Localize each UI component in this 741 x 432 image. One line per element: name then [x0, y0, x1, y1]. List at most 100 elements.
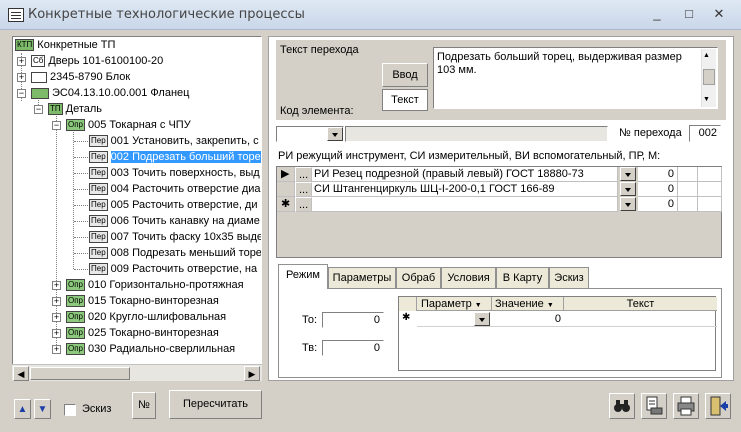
element-code-field[interactable]: [345, 126, 608, 142]
expand-toggle[interactable]: +: [52, 297, 61, 306]
expand-toggle[interactable]: +: [52, 345, 61, 354]
text-mode-button[interactable]: Текст: [382, 89, 428, 111]
tree-item-transition[interactable]: Пер 009 Расточить отверстие, на: [89, 261, 257, 277]
tree-item[interactable]: ТП Деталь: [48, 101, 102, 117]
exit-button[interactable]: [705, 393, 731, 419]
print-preview-button[interactable]: [641, 393, 667, 419]
scroll-up-icon[interactable]: ▲: [703, 52, 710, 59]
param-column-header[interactable]: Параметр ▼: [421, 297, 491, 311]
row-select-button[interactable]: ...: [295, 167, 312, 182]
tool-extra-cell[interactable]: [678, 197, 698, 212]
tab-mode[interactable]: Режим: [278, 264, 328, 289]
tree-item-label: 006 Точить канавку на диаме: [110, 215, 260, 227]
window-title: Конкретные технологические процессы: [28, 7, 305, 22]
find-button[interactable]: [609, 393, 635, 419]
collapse-toggle[interactable]: −: [17, 89, 26, 98]
tree-item-operation[interactable]: Опр 025 Токарно-винторезная: [66, 325, 219, 341]
chevron-down-icon[interactable]: [327, 127, 343, 141]
tree-item-operation[interactable]: Опр 015 Токарно-винторезная: [66, 293, 219, 309]
tool-extra-cell[interactable]: [678, 167, 698, 182]
tool-extra-cell[interactable]: [698, 167, 722, 182]
tree-item-transition[interactable]: Пер 008 Подрезать меньший торе: [89, 245, 261, 261]
chevron-down-icon[interactable]: [620, 167, 636, 181]
print-button[interactable]: [673, 393, 699, 419]
chevron-down-icon[interactable]: [620, 182, 636, 196]
expand-toggle[interactable]: +: [52, 313, 61, 322]
transition-number-field[interactable]: 002: [689, 125, 721, 142]
tab-to-card[interactable]: В Карту: [496, 267, 549, 288]
transition-icon: Пер: [89, 247, 108, 260]
tree-item-transition[interactable]: Пер 006 Точить канавку на диаме: [89, 213, 260, 229]
sketch-checkbox[interactable]: [64, 404, 76, 416]
tab-conditions[interactable]: Условия: [441, 267, 496, 288]
process-tree[interactable]: КТП Конкретные ТП + Сб Дверь 101-6100100-2…: [12, 36, 262, 381]
tree-item-operation[interactable]: Опр 005 Токарная с ЧПУ: [66, 117, 191, 133]
parameter-new-row[interactable]: [417, 311, 717, 327]
expand-toggle[interactable]: +: [52, 329, 61, 338]
to-field[interactable]: 0: [322, 312, 384, 328]
operation-icon: Опр: [66, 119, 86, 132]
move-down-button[interactable]: ▼: [34, 399, 51, 419]
sort-icon: ▼: [474, 302, 482, 309]
tree-item-transition-selected[interactable]: Пер 002 Подрезать больший торе: [89, 149, 261, 165]
parameter-grid[interactable]: Параметр ▼ Значение ▼ Текст ✱ 0: [398, 296, 717, 371]
tree-item-transition[interactable]: Пер 004 Расточить отверстие диа: [89, 181, 261, 197]
tv-field[interactable]: 0: [322, 340, 384, 356]
expand-toggle[interactable]: +: [52, 281, 61, 290]
input-mode-button[interactable]: Ввод: [382, 63, 428, 87]
tool-name-cell[interactable]: РИ Резец подрезной (правый левый) ГОСТ 1…: [312, 167, 618, 182]
tree-item[interactable]: Сб Дверь 101-6100100-20: [31, 53, 163, 69]
scroll-thumb[interactable]: [30, 367, 130, 380]
tool-extra-cell[interactable]: [698, 182, 722, 197]
tool-qty-cell[interactable]: 0: [638, 167, 678, 182]
tree-item[interactable]: ЭС04.13.10.00.001 Фланец: [31, 85, 189, 101]
operation-icon: Опр: [66, 311, 86, 324]
scroll-thumb[interactable]: [703, 69, 715, 85]
expand-toggle[interactable]: +: [17, 73, 26, 82]
chevron-down-icon[interactable]: [620, 197, 636, 211]
tree-item[interactable]: 2345-8790 Блок: [31, 69, 130, 85]
tools-grid[interactable]: ▶ ... РИ Резец подрезной (правый левый) …: [276, 166, 722, 258]
tree-item-transition[interactable]: Пер 001 Установить, закрепить, с: [89, 133, 259, 149]
scroll-down-icon[interactable]: ▼: [703, 96, 710, 103]
tree-item-operation[interactable]: Опр 010 Горизонтально-протяжная: [66, 277, 244, 293]
tab-parameters[interactable]: Параметры: [328, 267, 396, 288]
row-select-button[interactable]: ...: [295, 182, 312, 197]
tree-item-operation[interactable]: Опр 030 Радиально-сверлильная: [66, 341, 235, 357]
tool-extra-cell[interactable]: [678, 182, 698, 197]
recalculate-button[interactable]: Пересчитать: [169, 390, 262, 419]
tree-item-operation[interactable]: Опр 020 Кругло-шлифовальная: [66, 309, 226, 325]
tool-qty-cell[interactable]: 0: [638, 182, 678, 197]
tree-item-transition[interactable]: Пер 007 Точить фаску 10х35 выде: [89, 229, 261, 245]
collapse-toggle[interactable]: −: [34, 105, 43, 114]
tree-horizontal-scrollbar[interactable]: ◀ ▶: [12, 364, 262, 381]
printer-icon: [677, 396, 695, 416]
tab-processing[interactable]: Обраб: [396, 267, 441, 288]
scroll-right-icon[interactable]: ▶: [244, 366, 260, 381]
collapse-toggle[interactable]: −: [52, 121, 61, 130]
transition-number-label: № перехода: [619, 127, 682, 139]
tool-qty-cell[interactable]: 0: [638, 197, 678, 212]
row-select-button[interactable]: ...: [295, 197, 312, 212]
text-column-header[interactable]: Текст: [564, 297, 717, 311]
tree-item-transition[interactable]: Пер 005 Расточить отверстие, ди: [89, 197, 258, 213]
tree-root[interactable]: КТП Конкретные ТП: [15, 37, 115, 53]
text-vertical-scrollbar[interactable]: ▲ ▼: [701, 49, 716, 107]
close-button[interactable]: ✕: [706, 5, 732, 23]
expand-toggle[interactable]: +: [17, 57, 26, 66]
tool-name-cell[interactable]: СИ Штангенциркуль ШЦ-I-200-0,1 ГОСТ 166-…: [312, 182, 618, 197]
maximize-button[interactable]: □: [676, 5, 702, 23]
scroll-left-icon[interactable]: ◀: [13, 366, 29, 381]
move-up-button[interactable]: ▲: [14, 399, 31, 419]
tool-name-cell[interactable]: [312, 197, 618, 212]
tool-extra-cell[interactable]: [698, 197, 722, 212]
tab-sketch[interactable]: Эскиз: [549, 267, 589, 288]
minimize-button[interactable]: _: [644, 5, 670, 23]
number-button[interactable]: №: [132, 392, 156, 419]
element-code-combo[interactable]: [276, 126, 344, 142]
transition-text-area[interactable]: Подрезать больший торец, выдерживая разм…: [433, 47, 718, 109]
chevron-down-icon[interactable]: [474, 312, 490, 326]
tree-item-transition[interactable]: Пер 003 Точить поверхность, выд: [89, 165, 260, 181]
value-column-header[interactable]: Значение ▼: [495, 297, 563, 311]
parameter-value-cell[interactable]: 0: [495, 313, 561, 325]
